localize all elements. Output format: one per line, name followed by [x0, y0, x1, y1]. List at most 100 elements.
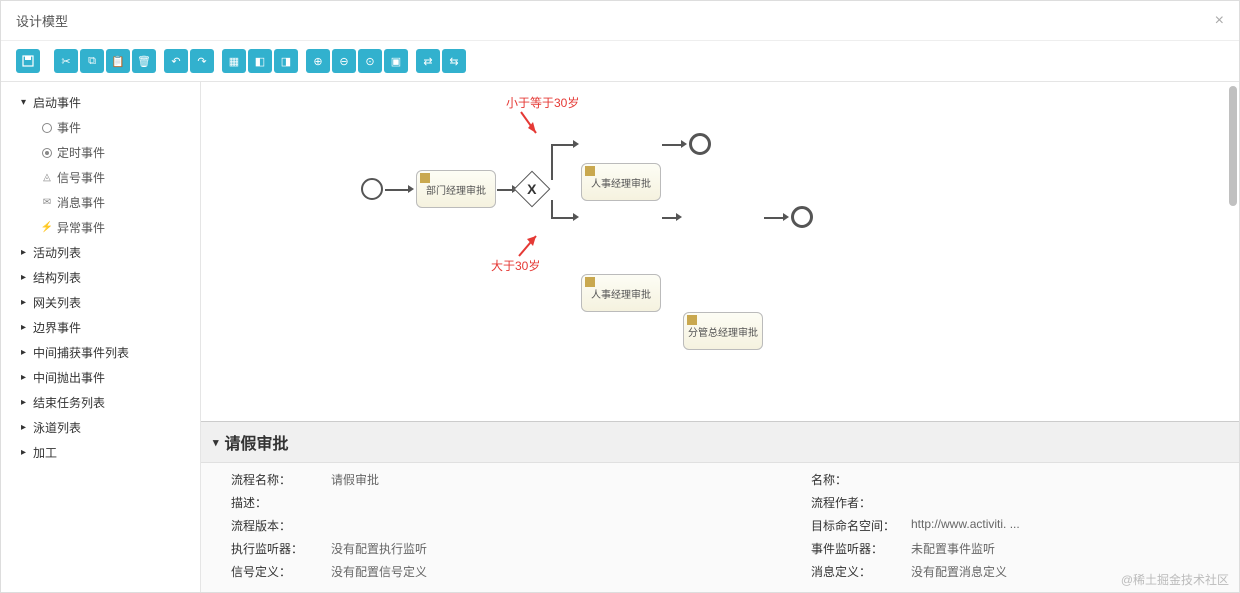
tree-group-throw[interactable]: 中间抛出事件	[21, 365, 200, 390]
sequence-flow[interactable]	[551, 200, 553, 218]
prop-value[interactable]: 未配置事件监听	[911, 540, 1219, 557]
move-button-2[interactable]: ⇆	[442, 49, 466, 73]
prop-value[interactable]: http://www.activiti. ...	[911, 517, 1219, 534]
undo-button[interactable]: ↶	[164, 49, 188, 73]
caret-right-icon	[21, 372, 33, 383]
watermark: @稀土掘金技术社区	[1121, 571, 1229, 588]
save-button[interactable]	[16, 49, 40, 73]
prop-label: 流程名称：	[231, 471, 321, 488]
user-task-3[interactable]: 人事经理审批	[581, 274, 661, 312]
arrow-head-icon	[573, 213, 579, 221]
redo-button[interactable]: ↷	[190, 49, 214, 73]
user-icon	[420, 173, 430, 183]
toolbar: ✂ ⧉ 📋 🗑 ↶ ↷ ▦ ◧ ◨ ⊕ ⊖ ⊙ ▣ ⇄ ⇆	[1, 41, 1239, 81]
user-task-2[interactable]: 人事经理审批	[581, 163, 661, 201]
zoom-in-button[interactable]: ⊕	[306, 49, 330, 73]
align-button-3[interactable]: ◨	[274, 49, 298, 73]
sequence-flow[interactable]	[385, 189, 410, 191]
tree-group-gateways[interactable]: 网关列表	[21, 290, 200, 315]
palette-item-message[interactable]: ✉消息事件	[41, 190, 200, 215]
caret-down-icon	[213, 433, 219, 451]
red-arrow-icon	[511, 110, 541, 140]
caret-right-icon	[21, 272, 33, 283]
caret-right-icon	[21, 247, 33, 258]
tree-group-activities[interactable]: 活动列表	[21, 240, 200, 265]
exclusive-gateway[interactable]: X	[514, 171, 551, 208]
scrollbar[interactable]	[1229, 86, 1237, 206]
tree-group-start-events[interactable]: 启动事件	[21, 90, 200, 115]
end-event-2[interactable]	[791, 206, 813, 228]
user-icon	[585, 277, 595, 287]
prop-label: 目标命名空间：	[811, 517, 901, 534]
zoom-fit-button[interactable]: ▣	[384, 49, 408, 73]
tree-group-structure[interactable]: 结构列表	[21, 265, 200, 290]
tree-group-boundary[interactable]: 边界事件	[21, 315, 200, 340]
cut-button[interactable]: ✂	[54, 49, 78, 73]
message-icon: ✉	[41, 197, 53, 209]
prop-value[interactable]: 请假审批	[331, 471, 511, 488]
prop-label: 流程版本：	[231, 517, 321, 534]
prop-value[interactable]: 没有配置执行监听	[331, 540, 511, 557]
annotation-top: 小于等于30岁	[506, 94, 579, 111]
user-icon	[687, 315, 697, 325]
prop-label: 流程作者：	[811, 494, 901, 511]
prop-label: 名称：	[811, 471, 901, 488]
caret-down-icon	[21, 97, 33, 108]
palette-item-event[interactable]: 事件	[41, 115, 200, 140]
prop-label: 描述：	[231, 494, 321, 511]
sequence-flow[interactable]	[551, 144, 553, 180]
zoom-out-button[interactable]: ⊖	[332, 49, 356, 73]
palette-sidebar: 启动事件 事件 定时事件 ◬信号事件 ✉消息事件 ⚡异常事件 活动列表 结构列表…	[1, 82, 201, 592]
tree-group-lane[interactable]: 泳道列表	[21, 415, 200, 440]
caret-right-icon	[21, 422, 33, 433]
caret-right-icon	[21, 447, 33, 458]
end-event-1[interactable]	[689, 133, 711, 155]
timer-icon	[41, 147, 53, 159]
red-arrow-icon	[511, 230, 541, 260]
tree-group-catch[interactable]: 中间捕获事件列表	[21, 340, 200, 365]
close-icon[interactable]: ×	[1215, 12, 1224, 30]
modal-header: 设计模型 ×	[1, 1, 1239, 41]
palette-item-error[interactable]: ⚡异常事件	[41, 215, 200, 240]
user-icon	[585, 166, 595, 176]
properties-header[interactable]: 请假审批	[201, 422, 1239, 463]
prop-value[interactable]	[331, 494, 511, 511]
prop-label: 事件监听器：	[811, 540, 901, 557]
palette-item-signal[interactable]: ◬信号事件	[41, 165, 200, 190]
signal-icon: ◬	[41, 172, 53, 184]
tree-group-end[interactable]: 结束任务列表	[21, 390, 200, 415]
prop-value[interactable]: 没有配置信号定义	[331, 563, 511, 580]
arrow-head-icon	[573, 140, 579, 148]
copy-button[interactable]: ⧉	[80, 49, 104, 73]
palette-item-timer[interactable]: 定时事件	[41, 140, 200, 165]
move-button-1[interactable]: ⇄	[416, 49, 440, 73]
prop-value[interactable]	[911, 471, 1219, 488]
caret-right-icon	[21, 322, 33, 333]
error-icon: ⚡	[41, 222, 53, 234]
tree-group-process[interactable]: 加工	[21, 440, 200, 465]
start-event[interactable]	[361, 178, 383, 200]
align-button-2[interactable]: ◧	[248, 49, 272, 73]
arrow-head-icon	[783, 213, 789, 221]
prop-label: 信号定义：	[231, 563, 321, 580]
bpmn-canvas[interactable]: 小于等于30岁 大于30岁 部门经理审批 X	[201, 82, 1239, 421]
prop-label: 执行监听器：	[231, 540, 321, 557]
properties-panel: 请假审批 流程名称： 请假审批 名称： 描述： 流程作者： 流程	[201, 421, 1239, 592]
arrow-head-icon	[408, 185, 414, 193]
user-task-1[interactable]: 部门经理审批	[416, 170, 496, 208]
modal-title: 设计模型	[16, 11, 68, 30]
paste-button[interactable]: 📋	[106, 49, 130, 73]
align-button-1[interactable]: ▦	[222, 49, 246, 73]
prop-label: 消息定义：	[811, 563, 901, 580]
prop-value[interactable]	[911, 494, 1219, 511]
zoom-reset-button[interactable]: ⊙	[358, 49, 382, 73]
arrow-head-icon	[676, 213, 682, 221]
arrow-head-icon	[681, 140, 687, 148]
circle-icon	[41, 122, 53, 134]
prop-value[interactable]	[331, 517, 511, 534]
delete-button[interactable]: 🗑	[132, 49, 156, 73]
caret-right-icon	[21, 297, 33, 308]
caret-right-icon	[21, 347, 33, 358]
user-task-4[interactable]: 分管总经理审批	[683, 312, 763, 350]
caret-right-icon	[21, 397, 33, 408]
